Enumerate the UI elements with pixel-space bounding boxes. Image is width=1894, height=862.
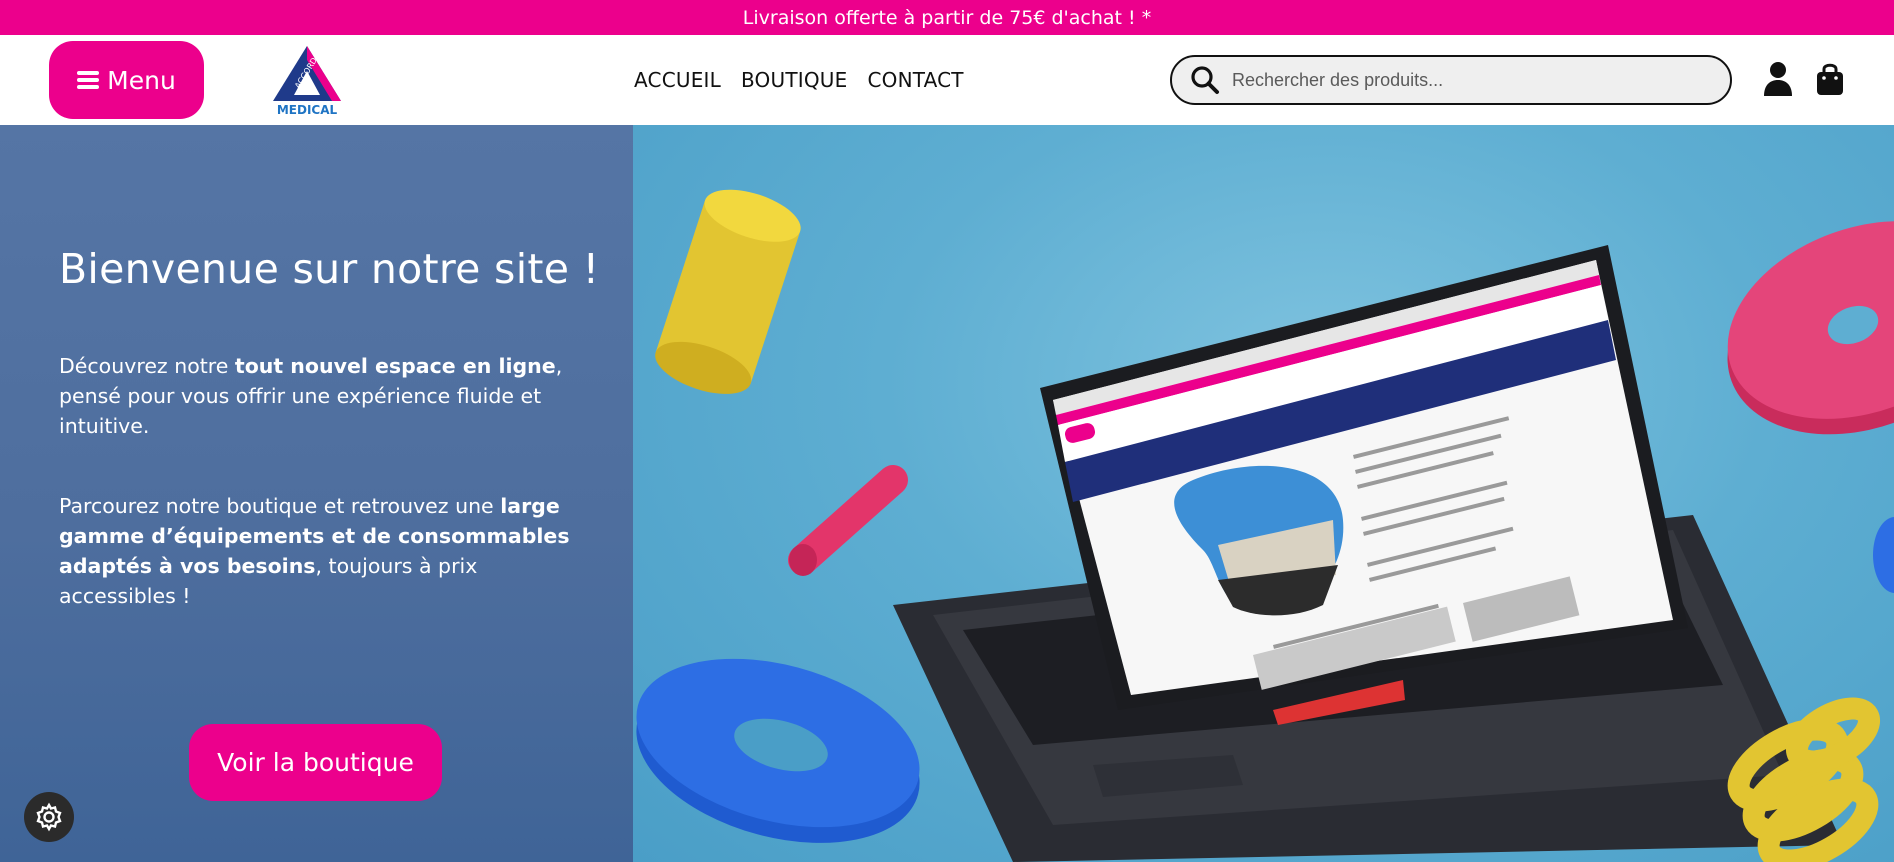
shopping-bag-icon[interactable] (1815, 61, 1845, 97)
nav-accueil[interactable]: ACCUEIL (634, 68, 721, 92)
shop-cta-button[interactable]: Voir la boutique (189, 724, 442, 801)
nav-contact[interactable]: CONTACT (867, 68, 963, 92)
blue-ring-shape (636, 658, 920, 843)
hero-text-panel: Bienvenue sur notre site ! Découvrez not… (0, 125, 633, 862)
pink-rod-shape (788, 465, 908, 576)
promo-text: Livraison offerte à partir de 75€ d'acha… (742, 6, 1152, 29)
hero-image (633, 125, 1894, 862)
search-icon[interactable] (1190, 65, 1220, 95)
search-input[interactable] (1232, 69, 1702, 91)
promo-bar: Livraison offerte à partir de 75€ d'acha… (0, 0, 1894, 35)
hero-illustration (636, 189, 1894, 862)
user-icon[interactable] (1762, 61, 1794, 97)
laptop-illustration (893, 245, 1843, 862)
pink-ring-shape (1727, 221, 1894, 435)
site-header: Menu ACCORD MEDICAL ACCUEIL BOUTIQUE CON… (0, 35, 1894, 125)
main-nav: ACCUEIL BOUTIQUE CONTACT (634, 35, 964, 125)
yellow-cylinder-shape (655, 189, 801, 394)
hero-title: Bienvenue sur notre site ! (59, 245, 600, 293)
search-bar (1170, 55, 1732, 105)
hero-paragraph-2: Parcourez notre boutique et retrouvez un… (59, 494, 570, 608)
logo-text-bottom: MEDICAL (277, 103, 338, 117)
nav-boutique[interactable]: BOUTIQUE (741, 68, 847, 92)
hero-paragraph-1: Découvrez notre tout nouvel espace en li… (59, 354, 563, 438)
hamburger-icon (77, 71, 100, 89)
menu-label: Menu (107, 65, 176, 95)
cookie-settings-button[interactable] (24, 792, 74, 842)
accord-medical-logo[interactable]: ACCORD MEDICAL (268, 43, 346, 117)
menu-button[interactable]: Menu (49, 41, 204, 119)
gear-icon (36, 802, 62, 832)
blue-shape-edge (1873, 517, 1894, 593)
